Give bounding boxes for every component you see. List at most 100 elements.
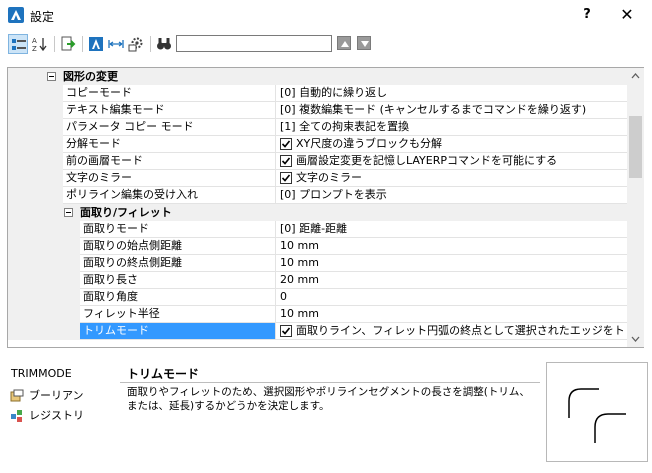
property-name: 面取りモード (80, 221, 276, 238)
checkbox[interactable] (280, 325, 292, 337)
property-row[interactable]: コピーモード [0] 自動的に繰り返し (8, 85, 627, 102)
scroll-up-icon[interactable] (627, 68, 644, 85)
property-value[interactable]: 文字のミラー (276, 170, 627, 187)
checkbox[interactable] (280, 155, 292, 167)
property-value[interactable]: 面取りライン、フィレット円弧の終点として選択されたエッジをトリム (276, 323, 627, 340)
property-row[interactable]: 面取り角度 0 (8, 289, 627, 306)
checkbox[interactable] (280, 172, 292, 184)
variable-name: TRIMMODE (11, 367, 72, 380)
boolean-label: ブーリアン (29, 389, 84, 402)
property-value[interactable]: 10 mm (276, 306, 627, 323)
property-row[interactable]: 面取りの終点側距離 10 mm (8, 255, 627, 272)
property-name: 面取りの始点側距離 (80, 238, 276, 255)
row-gutter (8, 170, 63, 187)
property-name: テキスト編集モード (63, 102, 276, 119)
property-name: ポリライン編集の受け入れ (63, 187, 276, 204)
checkbox-label: 面取りライン、フィレット円弧の終点として選択されたエッジをトリム (296, 324, 627, 337)
toolbar-separator (82, 36, 83, 52)
property-value[interactable]: [0] 複数編集モード (キャンセルするまでコマンドを繰り返す) (276, 102, 627, 119)
row-gutter (8, 255, 80, 272)
property-row-selected[interactable]: トリムモード 面取りライン、フィレット円弧の終点として選択されたエッジをトリム (8, 323, 627, 340)
row-gutter (8, 153, 63, 170)
property-name: トリムモード (80, 323, 276, 340)
registry-icon (10, 409, 24, 423)
property-row[interactable]: 面取り長さ 20 mm (8, 272, 627, 289)
checkbox-label: 画層設定変更を記憶しLAYERPコマンドを可能にする (296, 154, 558, 167)
property-value[interactable]: 20 mm (276, 272, 627, 289)
property-row[interactable]: テキスト編集モード [0] 複数編集モード (キャンセルするまでコマンドを繰り返… (8, 102, 627, 119)
property-name: フィレット半径 (80, 306, 276, 323)
find-icon[interactable] (154, 34, 174, 54)
property-name: 面取り角度 (80, 289, 276, 306)
description-title: トリムモード (127, 367, 200, 381)
property-value[interactable]: 10 mm (276, 255, 627, 272)
row-gutter (8, 238, 80, 255)
row-gutter (8, 187, 63, 204)
toolbar-separator (150, 36, 151, 52)
row-gutter (8, 323, 80, 340)
property-value[interactable]: [0] プロンプトを表示 (276, 187, 627, 204)
row-gutter (8, 221, 80, 238)
drawing-settings-icon[interactable] (86, 34, 106, 54)
property-row[interactable]: 前の画層モード 画層設定変更を記憶しLAYERPコマンドを可能にする (8, 153, 627, 170)
row-gutter (8, 102, 63, 119)
subcategory-header[interactable]: 面取り/フィレット (8, 204, 627, 221)
property-value[interactable]: [0] 距離-距離 (276, 221, 627, 238)
property-value[interactable]: [1] 全ての拘束表記を置換 (276, 119, 627, 136)
property-value[interactable]: 画層設定変更を記憶しLAYERPコマンドを可能にする (276, 153, 627, 170)
app-logo-icon (8, 7, 24, 23)
property-value[interactable]: XY尺度の違うブロックも分解 (276, 136, 627, 153)
dimension-settings-icon[interactable] (106, 34, 126, 54)
property-grid-body: 図形の変更 コピーモード [0] 自動的に繰り返し テキスト編集モード [0] … (8, 68, 627, 347)
property-name: 面取り長さ (80, 272, 276, 289)
search-input[interactable] (176, 35, 332, 52)
property-name: 文字のミラー (63, 170, 276, 187)
categorized-view-icon[interactable] (8, 34, 28, 54)
property-value[interactable]: 0 (276, 289, 627, 306)
description-text: 面取りやフィレットのため、選択図形やポリラインセグメントの長さを調整(トリム、ま… (127, 386, 530, 412)
checkbox-label: XY尺度の違うブロックも分解 (296, 137, 443, 150)
row-gutter (8, 306, 80, 323)
property-name: 前の画層モード (63, 153, 276, 170)
property-row[interactable]: フィレット半径 10 mm (8, 306, 627, 323)
close-button[interactable]: ✕ (612, 4, 642, 26)
property-row[interactable]: 面取りモード [0] 距離-距離 (8, 221, 627, 238)
scroll-down-icon[interactable] (627, 330, 644, 347)
find-next-button[interactable] (357, 36, 371, 50)
collapse-toggle-icon[interactable] (47, 72, 56, 81)
boolean-icon (10, 389, 24, 403)
scroll-thumb[interactable] (629, 116, 642, 178)
row-gutter (8, 119, 63, 136)
property-name: 面取りの終点側距離 (80, 255, 276, 272)
preview-image (546, 362, 648, 462)
help-button[interactable]: ? (576, 4, 598, 26)
title-bar: 設定 ? ✕ (0, 0, 652, 30)
property-row[interactable]: 文字のミラー 文字のミラー (8, 170, 627, 187)
window-title: 設定 (30, 10, 55, 24)
options-icon[interactable] (126, 34, 146, 54)
category-header[interactable]: 図形の変更 (8, 68, 627, 85)
collapse-toggle-icon[interactable] (64, 208, 73, 217)
info-panel: TRIMMODE ブーリアン レジストリ トリムモード 面取りやフィレットのため… (0, 354, 652, 473)
find-previous-button[interactable] (337, 36, 351, 50)
property-name: 分解モード (63, 136, 276, 153)
checkbox[interactable] (280, 138, 292, 150)
toolbar-separator (54, 36, 55, 52)
row-gutter (8, 136, 63, 153)
toolbar: A Z (0, 30, 652, 58)
row-gutter (8, 272, 80, 289)
checkbox-label: 文字のミラー (296, 171, 362, 184)
property-row[interactable]: パラメータ コピー モード [1] 全ての拘束表記を置換 (8, 119, 627, 136)
property-value[interactable]: 10 mm (276, 238, 627, 255)
property-row[interactable]: 面取りの始点側距離 10 mm (8, 238, 627, 255)
registry-label: レジストリ (29, 409, 84, 422)
property-name: コピーモード (63, 85, 276, 102)
vertical-scrollbar[interactable] (627, 68, 644, 347)
alphabetical-view-icon[interactable]: A Z (30, 34, 50, 54)
property-grid: 図形の変更 コピーモード [0] 自動的に繰り返し テキスト編集モード [0] … (7, 67, 644, 348)
property-value[interactable]: [0] 自動的に繰り返し (276, 85, 627, 102)
property-row[interactable]: 分解モード XY尺度の違うブロックも分解 (8, 136, 627, 153)
export-icon[interactable] (58, 34, 78, 54)
property-row[interactable]: ポリライン編集の受け入れ [0] プロンプトを表示 (8, 187, 627, 204)
subcategory-label: 面取り/フィレット (80, 206, 172, 219)
